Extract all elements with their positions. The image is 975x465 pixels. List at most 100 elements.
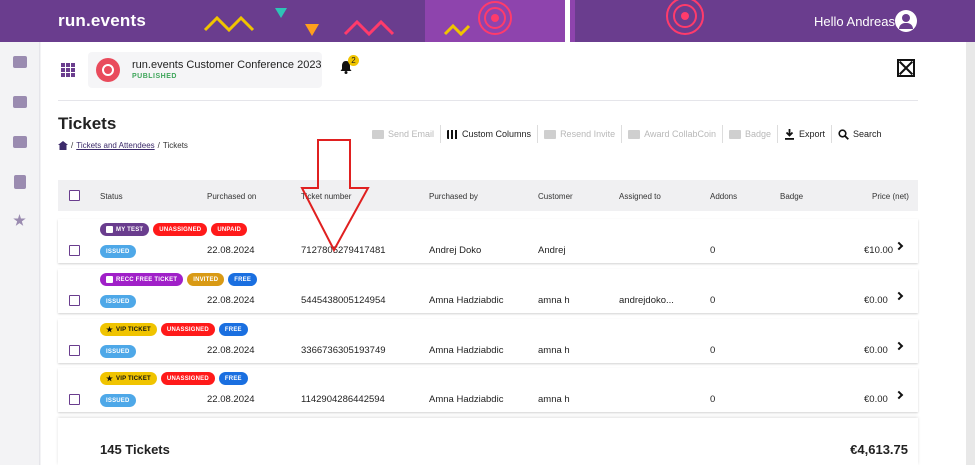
export-button[interactable]: Export [784,128,825,140]
row-checkbox[interactable] [69,345,80,356]
purchased-by-cell: Andrej Doko [429,245,482,256]
decorative-pattern [203,0,575,42]
ticket-badge: INVITED [187,273,225,286]
toolbar-separator [831,125,833,143]
star-icon[interactable] [13,214,26,226]
chevron-right-icon[interactable] [894,341,904,351]
status-badge: ISSUED [100,394,136,407]
column-header-price[interactable]: Price (net) [872,192,909,201]
ticket-badge: UNPAID [211,223,248,236]
customer-cell: amna h [538,394,570,405]
purchased-on-cell: 22.08.2024 [207,245,255,256]
ticket-total: €4,613.75 [850,442,908,457]
home-icon[interactable] [58,141,68,150]
table-header: Status Purchased on Ticket number Purcha… [58,180,918,211]
status-label: ISSUED [106,298,130,305]
toolbar-separator [721,125,723,143]
ticket-number-cell: 1142904286442594 [301,394,385,405]
chat-icon[interactable] [13,56,27,68]
breadcrumb-separator: / [157,141,160,150]
status-label: ISSUED [106,397,130,404]
star-icon [106,375,113,382]
annotation-arrow [300,139,370,253]
table-row[interactable]: RECC FREE TICKET INVITED FREE ISSUED 22.08… [58,269,918,313]
row-checkbox[interactable] [69,245,80,256]
badge-label: FREE [224,375,242,382]
column-header-badge[interactable]: Badge [780,192,803,201]
toolbar: Send Email Custom Columns Resend Invite … [372,125,882,143]
column-header-addons[interactable]: Addons [710,192,737,201]
customer-cell: amna h [538,295,570,306]
addons-cell: 0 [710,295,716,306]
purchased-on-cell: 22.08.2024 [207,394,255,405]
columns-icon [447,129,459,139]
column-header-purchased-by[interactable]: Purchased by [429,192,478,201]
breadcrumb-tickets-attendees[interactable]: Tickets and Attendees [76,141,154,150]
status-label: ISSUED [106,248,130,255]
price-cell: €0.00 [864,394,888,405]
ticket-badge: UNASSIGNED [160,372,215,385]
status-label: ISSUED [106,348,130,355]
chevron-right-icon[interactable] [894,241,904,251]
badge-label: UNASSIGNED [166,375,209,382]
table-row[interactable]: VIP TICKET UNASSIGNED FREE ISSUED 22.08.20… [58,319,918,363]
ticket-badge: VIP TICKET [100,372,157,385]
close-icon[interactable] [897,59,915,77]
customer-cell: amna h [538,345,570,356]
breadcrumb: / Tickets and Attendees / Tickets [58,141,188,150]
badge-label: Badge [744,129,772,139]
ticket-badge: VIP TICKET [100,323,157,336]
people-icon [106,276,113,283]
column-header-status[interactable]: Status [100,192,123,201]
select-all-checkbox[interactable] [69,190,80,201]
custom-columns-button[interactable]: Custom Columns [447,129,531,139]
badge-button[interactable]: Badge [728,129,772,139]
ticket-badge: RECC FREE TICKET [100,273,184,286]
column-header-customer[interactable]: Customer [538,192,573,201]
addons-cell: 0 [710,345,716,356]
resend-invite-label: Resend Invite [560,129,616,139]
award-collabcoin-button[interactable]: Award CollabCoin [628,129,716,139]
decorative-circles [666,0,704,35]
header-divider-line [58,100,918,101]
resend-invite-button[interactable]: Resend Invite [544,129,615,139]
badge-label: FREE [234,276,252,283]
image-icon[interactable] [13,96,27,108]
app-logo[interactable]: run.events [58,11,146,31]
mail-icon [372,129,384,139]
ticket-badge: UNASSIGNED [153,223,208,236]
row-checkbox[interactable] [69,394,80,405]
status-badge: ISSUED [100,245,136,258]
table-row[interactable]: MY TEST UNASSIGNED UNPAID ISSUED 22.08.202… [58,219,918,263]
scrollbar[interactable] [966,42,975,465]
user-greeting: Hello Andreas [814,14,895,29]
clipboard-icon[interactable] [14,175,26,189]
ticket-number-cell: 5445438005124954 [301,295,386,306]
apps-grid-icon[interactable] [61,63,75,77]
folder-icon[interactable] [13,136,27,148]
user-avatar-icon[interactable] [895,10,917,32]
chevron-right-icon[interactable] [894,390,904,400]
event-title: run.events Customer Conference 2023 [132,59,322,71]
column-header-purchased-on[interactable]: Purchased on [207,192,256,201]
price-cell: €0.00 [864,295,888,306]
event-selector[interactable]: run.events Customer Conference 2023 PUBL… [88,52,322,88]
column-header-assigned-to[interactable]: Assigned to [619,192,661,201]
badge-label: UNASSIGNED [166,326,209,333]
search-button[interactable]: Search [838,128,882,140]
breadcrumb-separator: / [71,141,74,150]
custom-columns-label: Custom Columns [462,129,532,139]
event-logo-icon [96,58,120,82]
ticket-badge: FREE [218,372,248,385]
chevron-right-icon[interactable] [894,291,904,301]
badge-label: RECC FREE TICKET [116,276,178,283]
table-row[interactable]: VIP TICKET UNASSIGNED FREE ISSUED 22.08.20… [58,368,918,412]
toolbar-separator [440,125,442,143]
badge-label: FREE [224,326,242,333]
resend-mail-icon [544,129,557,139]
ticket-icon [106,226,113,233]
ticket-badge: FREE [218,323,248,336]
award-collabcoin-label: Award CollabCoin [644,129,716,139]
row-checkbox[interactable] [69,295,80,306]
send-email-button[interactable]: Send Email [372,129,434,139]
